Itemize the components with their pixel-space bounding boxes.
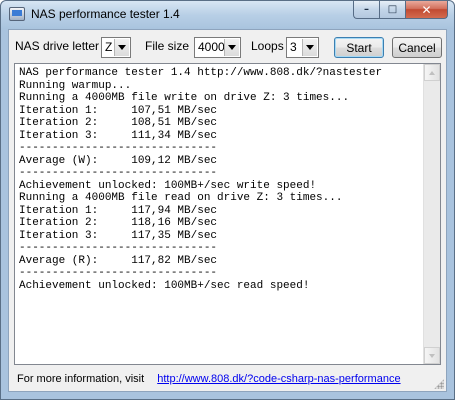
vertical-scrollbar[interactable] [423, 64, 440, 364]
loops-select[interactable]: 3 [286, 37, 319, 58]
footer-text: For more information, visit [17, 373, 145, 385]
log-line: Average (R): 117,82 MB/sec [19, 254, 218, 267]
file-size-select[interactable]: 4000 [194, 37, 241, 58]
title-bar[interactable]: NAS performance tester 1.4 – □ ✕ [1, 1, 454, 29]
log-line: Achievement unlocked: 100MB+/sec read sp… [19, 279, 310, 292]
drive-letter-label: NAS drive letter [15, 39, 100, 53]
drive-letter-select[interactable]: Z [101, 37, 131, 58]
log-line: Iteration 3: 111,34 MB/sec [19, 129, 218, 142]
footer-info: For more information, visit http://www.8… [17, 373, 401, 385]
log-line: ------------------------------ [19, 167, 218, 179]
loops-label: Loops [251, 39, 284, 53]
log-line: Iteration 3: 117,35 MB/sec [19, 229, 218, 242]
log-line: Iteration 1: 117,94 MB/sec [19, 204, 218, 217]
start-button[interactable]: Start [334, 37, 384, 58]
settings-toolbar: NAS drive letter Z File size 4000 Loops … [9, 30, 446, 64]
log-line: ------------------------------ [19, 142, 218, 154]
log-line: Running a 4000MB file write on drive Z: … [19, 92, 350, 104]
info-link[interactable]: http://www.808.dk/?code-csharp-nas-perfo… [157, 373, 400, 385]
log-line: ------------------------------ [19, 267, 218, 279]
log-line: Running a 4000MB file read on drive Z: 3… [19, 192, 343, 204]
minimize-button[interactable]: – [353, 1, 379, 19]
log-line: Achievement unlocked: 100MB+/sec write s… [19, 179, 317, 192]
scroll-down-icon[interactable] [424, 347, 440, 364]
log-line: Iteration 2: 108,51 MB/sec [19, 117, 218, 129]
log-line: Average (W): 109,12 MB/sec [19, 154, 218, 167]
file-size-label: File size [145, 39, 190, 53]
log-line: Running warmup... [19, 79, 132, 92]
resize-grip-icon[interactable] [434, 379, 444, 389]
app-window-icon[interactable] [9, 7, 25, 21]
chevron-down-icon[interactable] [114, 39, 129, 56]
output-log[interactable]: NAS performance tester 1.4 http://www.80… [14, 63, 441, 365]
output-log-text: NAS performance tester 1.4 http://www.80… [19, 67, 419, 292]
caption-buttons: – □ ✕ [353, 1, 448, 19]
drive-letter-value: Z [105, 40, 113, 54]
log-line: Iteration 1: 107,51 MB/sec [19, 104, 218, 117]
log-line: NAS performance tester 1.4 http://www.80… [19, 67, 383, 79]
chevron-down-icon[interactable] [224, 39, 239, 56]
file-size-value: 4000 [198, 40, 225, 54]
log-line: Iteration 2: 118,16 MB/sec [19, 217, 218, 229]
chevron-down-icon[interactable] [302, 39, 317, 56]
client-area: NAS drive letter Z File size 4000 Loops … [8, 29, 447, 392]
scroll-up-icon[interactable] [424, 64, 440, 81]
cancel-button[interactable]: Cancel [392, 37, 442, 58]
close-button[interactable]: ✕ [405, 1, 448, 19]
loops-value: 3 [290, 40, 297, 54]
log-line: ------------------------------ [19, 242, 218, 254]
app-window: NAS performance tester 1.4 – □ ✕ NAS dri… [0, 0, 455, 400]
maximize-button[interactable]: □ [379, 1, 405, 19]
window-title: NAS performance tester 1.4 [31, 7, 180, 21]
